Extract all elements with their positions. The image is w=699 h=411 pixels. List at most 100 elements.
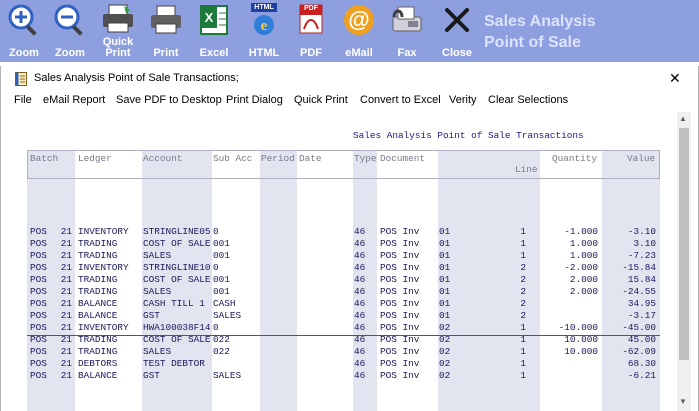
cell-period-no: 21: [60, 262, 72, 273]
brand-line-1: Sales Analysis: [484, 13, 596, 30]
zoom-out-button[interactable]: Zoom: [48, 0, 92, 62]
cell-period-no: 21: [60, 238, 72, 249]
email-icon: @: [341, 2, 377, 38]
excel-button[interactable]: X Excel: [191, 0, 237, 62]
cell-quantity: 2.000: [569, 274, 598, 285]
cell-quantity: 10.000: [564, 334, 598, 345]
scroll-down-arrow-icon[interactable]: ▼: [679, 397, 687, 406]
cell-ledger: TRADING: [78, 346, 118, 357]
pdf-button[interactable]: PDF PDF: [288, 0, 334, 62]
zoom-out-icon: [52, 2, 88, 38]
cell-ledger: BALANCE: [78, 370, 118, 381]
cell-account: GST: [143, 310, 160, 321]
cell-sub-acc: 0: [213, 226, 219, 237]
cell-batch: POS: [30, 358, 47, 369]
cell-ledger: TRADING: [78, 238, 118, 249]
header-date: Date: [299, 153, 322, 164]
cell-document: POS Inv: [380, 226, 420, 237]
cell-ledger: TRADING: [78, 286, 118, 297]
cell-doc-no: 01: [439, 286, 451, 297]
zoom-in-label: Zoom: [9, 47, 39, 59]
report-page: Sales Analysis Point of Sale Transaction…: [1, 112, 677, 411]
menu-file[interactable]: File: [14, 94, 32, 106]
print-button[interactable]: Print: [143, 0, 189, 62]
close-button[interactable]: Close: [434, 0, 480, 62]
cell-period-no: 21: [60, 370, 72, 381]
cell-account: TEST DEBTOR: [143, 358, 205, 369]
cell-document: POS Inv: [380, 298, 420, 309]
pdf-label: PDF: [300, 47, 322, 59]
cell-document: POS Inv: [380, 238, 420, 249]
cell-sub-acc: 0: [213, 262, 219, 273]
cell-batch: POS: [30, 226, 47, 237]
cell-line: 1: [520, 238, 526, 249]
cell-quantity: 2.000: [569, 286, 598, 297]
zoom-in-button[interactable]: Zoom: [2, 0, 46, 62]
cell-doc-no: 02: [439, 334, 451, 345]
cell-batch: POS: [30, 322, 47, 333]
menu-quick-print[interactable]: Quick Print: [294, 94, 348, 106]
cell-sub-acc: 022: [213, 334, 230, 345]
quick-print-label: Quick Print: [102, 36, 134, 59]
cell-batch: POS: [30, 274, 47, 285]
cell-period-no: 21: [60, 322, 72, 333]
printer-icon: [148, 2, 184, 38]
cell-type: 46: [354, 286, 366, 297]
cell-sub-acc: SALES: [213, 310, 242, 321]
header-line: Line: [515, 164, 538, 175]
cell-document: POS Inv: [380, 346, 420, 357]
period-column-band: [260, 150, 297, 411]
cell-document: POS Inv: [380, 322, 420, 333]
cell-ledger: INVENTORY: [78, 262, 129, 273]
excel-label: Excel: [199, 47, 229, 59]
cell-doc-no: 02: [439, 358, 451, 369]
html-button[interactable]: e HTML HTML: [241, 0, 287, 62]
cell-quantity: 1.000: [569, 250, 598, 261]
header-document: Document: [380, 153, 426, 164]
email-button[interactable]: @ eMail: [336, 0, 382, 62]
fax-label: Fax: [397, 47, 417, 59]
cell-document: POS Inv: [380, 334, 420, 345]
cell-value: -45.00: [622, 322, 656, 333]
header-batch: Batch: [30, 153, 59, 164]
cell-account: STRINGLINE05: [143, 226, 211, 237]
svg-text:e: e: [261, 18, 268, 34]
cell-doc-no: 01: [439, 310, 451, 321]
cell-document: POS Inv: [380, 310, 420, 321]
cell-type: 46: [354, 298, 366, 309]
menu-convert-excel[interactable]: Convert to Excel: [360, 94, 441, 106]
brand-line-2: Point of Sale: [484, 34, 581, 51]
cell-quantity: -1.000: [564, 226, 598, 237]
cell-doc-no: 01: [439, 298, 451, 309]
cell-document: POS Inv: [380, 370, 420, 381]
quick-print-button[interactable]: Quick Print: [95, 0, 141, 62]
email-label: eMail: [345, 47, 373, 59]
window-title: Sales Analysis Point of Sale Transaction…: [34, 72, 239, 84]
menu-verity[interactable]: Verity: [449, 94, 477, 106]
cell-line: 1: [520, 226, 526, 237]
menu-print-dialog[interactable]: Print Dialog: [226, 94, 283, 106]
pdf-badge: PDF: [304, 5, 318, 12]
menu-save-pdf[interactable]: Save PDF to Desktop: [116, 94, 222, 106]
cell-period-no: 21: [60, 298, 72, 309]
cell-type: 46: [354, 358, 366, 369]
cell-account: COST OF SALE: [143, 274, 211, 285]
vertical-scrollbar[interactable]: ▲ ▼: [677, 112, 691, 411]
cell-value: -24.55: [622, 286, 656, 297]
cell-sub-acc: 001: [213, 286, 230, 297]
menu-email-report[interactable]: eMail Report: [43, 94, 105, 106]
cell-value: -3.17: [627, 310, 656, 321]
cell-quantity: 10.000: [564, 346, 598, 357]
cell-batch: POS: [30, 250, 47, 261]
window-close-icon[interactable]: ✕: [669, 70, 681, 87]
app-brand: Sales Analysis Point of Sale: [484, 11, 595, 53]
scrollbar-thumb[interactable]: [679, 128, 689, 360]
cell-value: 45.00: [627, 334, 656, 345]
cell-line: 1: [520, 358, 526, 369]
cell-value: 3.10: [633, 238, 656, 249]
fax-button[interactable]: Fax: [384, 0, 430, 62]
cell-quantity: -10.000: [558, 322, 598, 333]
menu-clear-selections[interactable]: Clear Selections: [488, 94, 568, 106]
cell-doc-no: 01: [439, 226, 451, 237]
scroll-up-arrow-icon[interactable]: ▲: [679, 114, 687, 123]
